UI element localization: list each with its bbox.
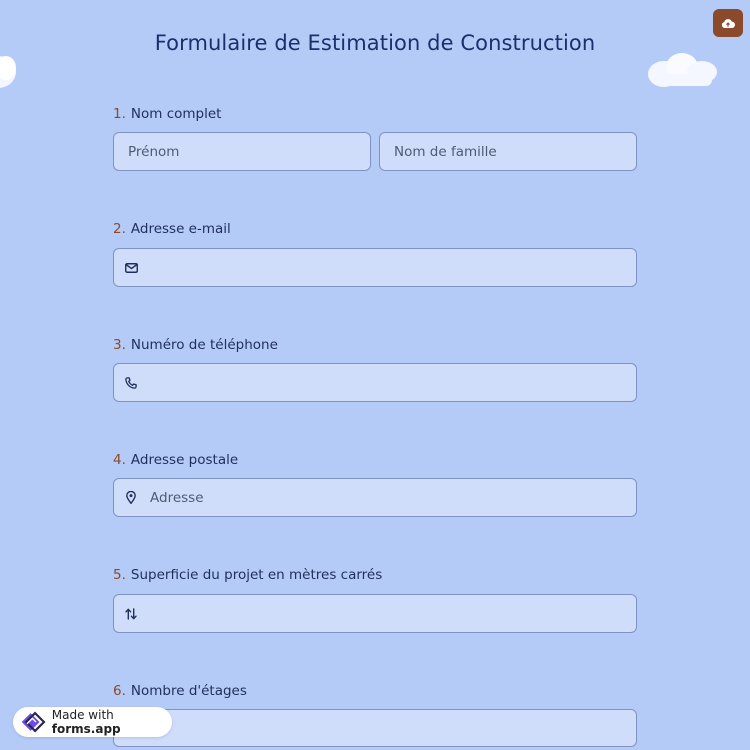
cloud-upload-icon	[721, 18, 735, 28]
question-floor-count: 6. Nombre d'étages	[113, 683, 637, 703]
made-with-label: Made with	[51, 708, 114, 722]
envelope-icon	[122, 262, 140, 273]
question-phone: 3. Numéro de téléphone	[113, 337, 637, 357]
question-text: Nom complet	[130, 106, 222, 122]
question-label: 4. Adresse postale	[113, 452, 637, 472]
last-name-placeholder: Nom de famille	[394, 143, 497, 160]
map-pin-icon	[122, 491, 140, 504]
question-label: 2. Adresse e-mail	[113, 221, 637, 241]
question-full-name: 1. Nom complet	[113, 106, 637, 126]
last-name-input[interactable]: Nom de famille	[379, 132, 637, 171]
question-number: 2.	[113, 221, 126, 237]
first-name-input[interactable]: Prénom	[113, 132, 371, 171]
question-number: 1.	[113, 106, 126, 122]
question-label: 6. Nombre d'étages	[113, 683, 637, 703]
made-with-forms-app-badge[interactable]: Made with forms.app	[13, 707, 172, 737]
cloud-decoration-right	[648, 53, 717, 87]
question-text: Numéro de téléphone	[130, 337, 278, 353]
forms-app-logo-icon	[21, 711, 46, 733]
question-number: 6.	[113, 683, 126, 699]
question-number: 5.	[113, 567, 126, 583]
question-text: Adresse e-mail	[130, 221, 231, 237]
question-label: 1. Nom complet	[113, 106, 637, 126]
address-placeholder: Adresse	[150, 489, 204, 506]
question-number: 4.	[113, 452, 126, 468]
question-text: Adresse postale	[130, 452, 239, 468]
address-field[interactable]: Adresse	[113, 478, 637, 517]
floors-field[interactable]	[113, 709, 637, 747]
phone-field[interactable]	[113, 363, 637, 402]
form-title: Formulaire de Estimation de Construction	[154, 31, 596, 55]
brand-name: forms.app	[51, 722, 121, 736]
question-number: 3.	[113, 337, 126, 353]
question-project-area: 5. Superficie du projet en mètres carrés	[113, 567, 637, 587]
badge-text: Made with forms.app	[52, 708, 172, 736]
area-number-field[interactable]	[113, 594, 637, 633]
question-label: 3. Numéro de téléphone	[113, 337, 637, 357]
question-label: 5. Superficie du projet en mètres carrés	[113, 567, 637, 587]
question-text: Nombre d'étages	[130, 683, 247, 699]
question-text: Superficie du projet en mètres carrés	[130, 567, 383, 583]
question-postal-address: 4. Adresse postale	[113, 452, 637, 472]
question-email: 2. Adresse e-mail	[113, 221, 637, 241]
email-field[interactable]	[113, 248, 637, 287]
first-name-placeholder: Prénom	[128, 143, 180, 160]
phone-icon	[122, 376, 140, 389]
sort-arrows-icon	[122, 607, 140, 620]
